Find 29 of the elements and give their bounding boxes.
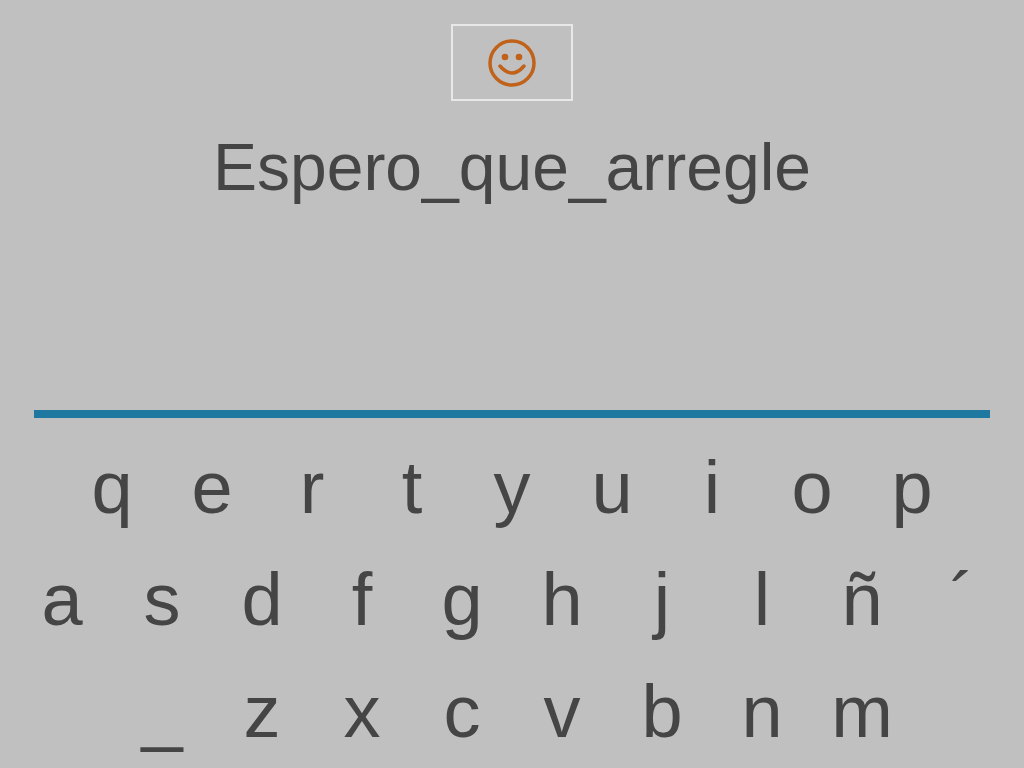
letter-key[interactable]: g [412, 544, 512, 656]
letter-key[interactable]: l [712, 544, 812, 656]
letter-key[interactable]: m [812, 656, 912, 768]
phrase-text: Espero_que_arregle [212, 129, 812, 206]
letter-key[interactable]: i [662, 432, 762, 544]
letter-key[interactable]: b [612, 656, 712, 768]
letter-key[interactable]: n [712, 656, 812, 768]
letter-key[interactable]: p [862, 432, 962, 544]
letter-key[interactable]: _ [112, 656, 212, 768]
letter-key[interactable]: q [62, 432, 162, 544]
letter-key[interactable]: j [612, 544, 712, 656]
letter-key[interactable]: h [512, 544, 612, 656]
letter-key[interactable]: r [262, 432, 362, 544]
letter-key[interactable]: s [112, 544, 212, 656]
letter-key[interactable]: o [762, 432, 862, 544]
letter-key[interactable]: ñ [812, 544, 912, 656]
letter-key[interactable]: ´ [912, 544, 1012, 656]
letter-key[interactable]: x [312, 656, 412, 768]
letter-key[interactable]: y [462, 432, 562, 544]
letter-key[interactable]: z [212, 656, 312, 768]
letter-key[interactable]: c [412, 656, 512, 768]
letter-key[interactable]: d [212, 544, 312, 656]
smiley-icon [487, 37, 537, 88]
letter-key[interactable]: u [562, 432, 662, 544]
letter-key[interactable]: f [312, 544, 412, 656]
letter-key[interactable]: a [12, 544, 112, 656]
letter-key[interactable]: e [162, 432, 262, 544]
letter-key[interactable]: v [512, 656, 612, 768]
letter-key[interactable]: t [362, 432, 462, 544]
